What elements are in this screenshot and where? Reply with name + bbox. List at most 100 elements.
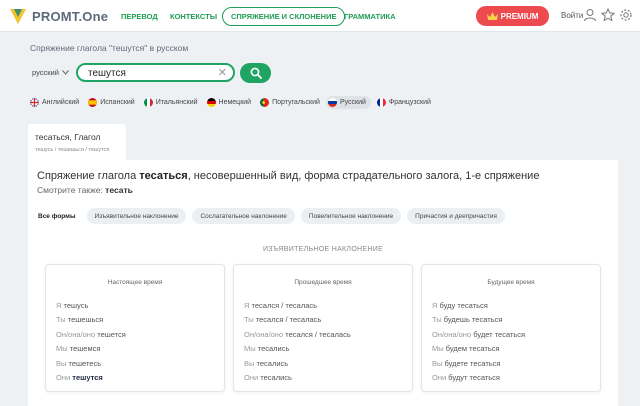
filter-imperative[interactable]: Повелительное наклонение xyxy=(300,208,402,224)
form-row: Я тесался / тесалась xyxy=(244,299,351,313)
filter-participles[interactable]: Причастия и деепричастия xyxy=(407,208,505,224)
nav-contexts[interactable]: КОНТЕКСТЫ xyxy=(170,12,217,21)
heading-verb: тесаться xyxy=(139,170,188,182)
lang-english[interactable]: Английский xyxy=(30,97,79,107)
lang-label: Французский xyxy=(388,98,431,106)
pronoun: Он/она/оно xyxy=(432,329,472,339)
top-header: PROMT.One ПЕРЕВОД КОНТЕКСТЫ СПРЯЖЕНИЕ И … xyxy=(0,0,640,32)
form-row: Он/она/оно тешется xyxy=(56,328,126,342)
verb-form: тешешься xyxy=(67,315,104,325)
verb-form: тешетесь xyxy=(68,358,102,368)
tense-title: Прошедшее время xyxy=(294,279,352,286)
lang-german[interactable]: Немецкий xyxy=(206,97,251,107)
filter-subjunctive[interactable]: Сослагательное наклонение xyxy=(192,208,295,224)
chevron-down-icon xyxy=(62,70,69,75)
verb-form: тесались xyxy=(256,358,289,368)
verb-form: будут тесаться xyxy=(448,372,500,382)
filter-indicative[interactable]: Изъявительное наклонение xyxy=(86,208,187,224)
russia-flag-icon xyxy=(327,97,337,107)
tab-subtitle: тешусь / тешешься / тешутся xyxy=(35,147,110,153)
lang-label: Испанский xyxy=(100,98,135,106)
pronoun: Мы xyxy=(432,344,444,354)
conjugation-heading: Спряжение глагола тесаться, несовершенны… xyxy=(37,170,539,182)
uk-flag-icon xyxy=(30,97,39,107)
germany-flag-icon xyxy=(206,97,216,107)
filter-all-forms[interactable]: Все формы xyxy=(33,208,81,224)
pronoun: Ты xyxy=(432,315,442,325)
form-row: Мы тешемся xyxy=(56,342,126,356)
form-row: Вы будете тесаться xyxy=(432,357,525,371)
verb-form: тесались xyxy=(260,372,292,382)
spain-flag-icon xyxy=(88,97,98,107)
pronoun: Ты xyxy=(56,315,66,325)
verb-form: тесался / тесалась xyxy=(285,329,351,339)
result-tab[interactable]: тесаться, Глагол тешусь / тешешься / теш… xyxy=(28,124,126,160)
form-list: Я тешусь Ты тешешься Он/она/оно тешется Мы … xyxy=(56,299,126,385)
logo-text: PROMT.One xyxy=(32,8,109,24)
close-icon[interactable]: ✕ xyxy=(218,67,227,79)
lang-portuguese[interactable]: Португальский xyxy=(260,97,320,107)
heading-prefix: Спряжение глагола xyxy=(37,170,140,182)
verb-form: тешется xyxy=(97,329,126,339)
verb-form: будешь тесаться xyxy=(443,315,503,325)
form-row: Он/она/оно будет тесаться xyxy=(432,328,525,342)
pronoun: Ты xyxy=(244,315,254,325)
pronoun: Они xyxy=(244,372,259,382)
present-tense-card: Настоящее время Я тешусь Ты тешешься Он/она… xyxy=(45,264,225,392)
lang-russian[interactable]: Русский xyxy=(325,95,371,109)
pronoun: Мы xyxy=(244,344,256,354)
verb-form: тешутся xyxy=(72,372,103,382)
pronoun: Он/она/оно xyxy=(56,329,96,339)
lang-spanish[interactable]: Испанский xyxy=(88,97,135,107)
verb-form: будем тесаться xyxy=(445,344,500,354)
verb-form: тесался / тесалась xyxy=(255,315,322,325)
lang-italian[interactable]: Итальянский xyxy=(143,97,198,107)
language-select[interactable]: русский xyxy=(32,68,69,77)
form-row: Он/она/оно тесался / тесалась xyxy=(244,328,351,342)
lang-french[interactable]: Французский xyxy=(376,97,431,107)
page-title: Спряжение глагола "тешутся" в русском xyxy=(30,43,189,53)
italy-flag-icon xyxy=(143,97,153,107)
form-row: Они тесались xyxy=(244,371,351,385)
form-row: Ты тесался / тесалась xyxy=(244,313,351,327)
login-link[interactable]: Войти xyxy=(561,11,583,20)
pronoun: Они xyxy=(432,372,447,382)
future-tense-card: Будущее время Я буду тесаться Ты будешь те… xyxy=(421,264,601,392)
premium-button[interactable]: PREMIUM xyxy=(476,6,549,26)
form-row: Ты тешешься xyxy=(56,313,126,327)
form-row: Я буду тесаться xyxy=(432,299,525,313)
verb-form: тесались xyxy=(257,344,290,354)
search-button[interactable] xyxy=(240,63,271,83)
nav-conjugation[interactable]: СПРЯЖЕНИЕ И СКЛОНЕНИЕ xyxy=(222,6,346,26)
logo[interactable]: PROMT.One xyxy=(8,6,108,26)
verb-form: тешусь xyxy=(63,301,89,310)
form-row: Вы тесались xyxy=(244,357,351,371)
user-icon[interactable] xyxy=(583,8,597,22)
see-also-link[interactable]: тесать xyxy=(105,185,133,195)
form-row: Вы тешетесь xyxy=(56,357,126,371)
settings-icon[interactable] xyxy=(619,8,633,22)
form-row: Мы будем тесаться xyxy=(432,342,525,356)
search-icon xyxy=(250,67,262,79)
see-also-label: Смотрите также: xyxy=(37,185,106,195)
pronoun: Вы xyxy=(432,358,443,368)
search-box: ✕ xyxy=(76,63,235,82)
nav-grammar[interactable]: ГРАММАТИКА xyxy=(344,12,396,21)
search-input[interactable] xyxy=(88,66,218,80)
lang-label: Португальский xyxy=(272,98,320,106)
verb-form: будете тесаться xyxy=(444,358,501,368)
pronoun: Вы xyxy=(244,358,255,368)
form-row: Они будут тесаться xyxy=(432,371,525,385)
nav-translation[interactable]: ПЕРЕВОД xyxy=(121,12,158,21)
conjugation-card: Спряжение глагола тесаться, несовершенны… xyxy=(28,160,618,406)
star-icon[interactable] xyxy=(601,8,615,22)
france-flag-icon xyxy=(376,97,386,107)
past-tense-card: Прошедшее время Я тесался / тесалась Ты те… xyxy=(233,264,413,392)
verb-form: тешемся xyxy=(69,344,101,354)
lang-label: Итальянский xyxy=(155,98,198,106)
language-list: Английский Испанский Итальянский Немецки… xyxy=(30,95,440,109)
mood-filters: Все формы Изъявительное наклонение Сосла… xyxy=(33,208,511,224)
verb-form: буду тесаться xyxy=(439,301,488,310)
tab-title: тесаться, Глагол xyxy=(35,132,101,142)
pronoun: Мы xyxy=(56,344,68,354)
